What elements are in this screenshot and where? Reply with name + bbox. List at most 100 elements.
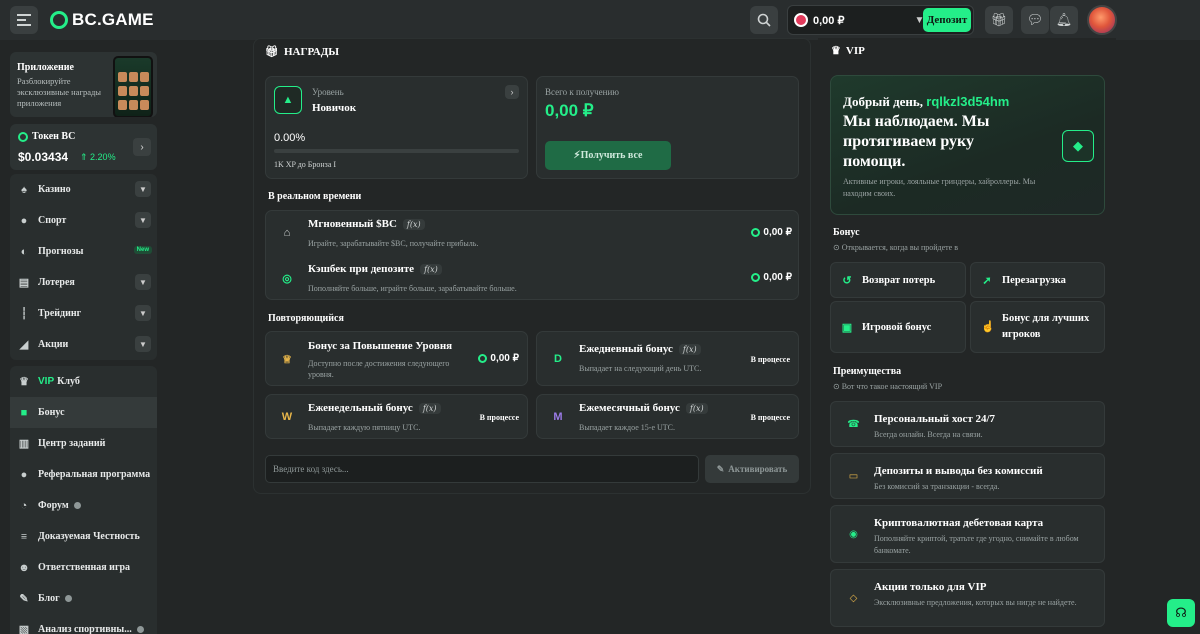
- sidebar-item-tasks[interactable]: ▥ Центр заданий: [10, 428, 157, 459]
- vip-description: Активные игроки, лояльные гриндеры, хайр…: [843, 177, 1036, 198]
- formula-badge[interactable]: f(x): [678, 344, 701, 355]
- nav-group-games: ♠ Казино ▼ ● Спорт ▼ ◐ Прогнозы New ▤ Лотерея ▼ …: [10, 174, 157, 360]
- recurring-card-level-up[interactable]: ♕ Бонус за Повышение Уровня Доступно пос…: [265, 331, 528, 386]
- sidebar-item-sport[interactable]: ● Спорт ▼: [10, 205, 157, 236]
- formula-badge[interactable]: f(x): [402, 219, 425, 230]
- chevron-down-icon[interactable]: ▼: [135, 336, 151, 352]
- realtime-row-instant-bc[interactable]: ⌂ Мгновенный $BC f(x) Играйте, зарабатыва…: [266, 211, 800, 255]
- total-label: Всего к получению: [545, 87, 620, 97]
- bc-coin-icon: [751, 228, 761, 237]
- promo-subtitle: Разблокируйте эксклюзивные награды прило…: [17, 76, 102, 108]
- sidebar-item-label: Доказуемая Честность: [38, 531, 140, 542]
- forecast-icon: ◐: [20, 245, 28, 258]
- chevron-right-icon[interactable]: ›: [133, 138, 151, 156]
- gift-icon: ▣: [841, 321, 853, 334]
- realtime-row-title: Кэшбек при депозите f(x): [308, 263, 442, 275]
- wallet-icon: ▭: [848, 471, 859, 482]
- chevron-down-icon[interactable]: ▼: [135, 274, 151, 290]
- formula-badge[interactable]: f(x): [418, 403, 441, 414]
- menu-toggle-button[interactable]: [10, 6, 38, 34]
- chevron-right-icon[interactable]: ›: [505, 85, 519, 99]
- chevron-down-icon[interactable]: ▼: [135, 305, 151, 321]
- sidebar-item-forecasts[interactable]: ◐ Прогнозы New: [10, 236, 157, 267]
- lightning-icon: ⚡︎: [573, 150, 581, 161]
- vip-greeting: Добрый день, rqlkzl3d54hm: [843, 94, 1009, 110]
- bc-token-card[interactable]: Токен BC $0.03434 ⇑ 2.20% ›: [10, 124, 157, 170]
- analysis-icon: ▧: [18, 624, 30, 634]
- sidebar-item-sports-analysis[interactable]: ▧ Анализ спортивны...: [10, 614, 157, 634]
- sidebar-item-lottery[interactable]: ▤ Лотерея ▼: [10, 267, 157, 298]
- sidebar-item-provably-fair[interactable]: ≡ Доказуемая Честность: [10, 521, 157, 552]
- recurring-card-monthly[interactable]: M Ежемесячный бонус f(x) Выпадает каждое …: [536, 394, 799, 439]
- avatar[interactable]: [1087, 5, 1117, 35]
- realtime-row-title: Мгновенный $BC f(x): [308, 218, 425, 230]
- recurring-amount: 0,00 ₽: [478, 353, 519, 364]
- support-chat-button[interactable]: ☊: [1167, 599, 1195, 627]
- vip-headline: Мы наблюдаем. Мы протягиваем руку помощи…: [843, 113, 990, 170]
- sidebar-item-forum[interactable]: ◔ Форум: [10, 490, 157, 521]
- gift-icon: 🎁︎: [990, 12, 1008, 27]
- bell-icon: 🔔︎: [1055, 12, 1073, 27]
- sidebar-item-trading[interactable]: ┆ Трейдинг ▼: [10, 298, 157, 329]
- sidebar-item-vip-club[interactable]: ♛ VIP Клуб: [10, 366, 157, 397]
- deposit-button[interactable]: Депозит: [923, 8, 971, 32]
- perks-title: Преимущества: [833, 366, 902, 377]
- sidebar-item-label: Реферальная программа: [38, 469, 151, 480]
- sidebar-item-promotions[interactable]: ◢ Акции ▼: [10, 329, 157, 360]
- chevron-down-icon[interactable]: ▼: [135, 181, 151, 197]
- tile-label: Возврат потерь: [862, 274, 936, 286]
- sidebar-item-label: Блог: [38, 593, 60, 604]
- status-text: В процессе: [750, 413, 790, 422]
- total-claim-card: Всего к получению 0,00 ₽ ⚡︎ Получить все: [536, 76, 799, 179]
- sidebar-item-referral[interactable]: ● Реферальная программа: [10, 459, 157, 490]
- formula-badge[interactable]: f(x): [685, 403, 708, 414]
- perk-no-fees: ▭ Депозиты и выводы без комиссий Без комис…: [830, 453, 1105, 499]
- formula-badge[interactable]: f(x): [420, 264, 442, 275]
- claim-all-button[interactable]: ⚡︎ Получить все: [545, 141, 671, 170]
- app-promo-banner[interactable]: Приложение Разблокируйте эксклюзивные на…: [10, 52, 157, 117]
- notifications-button[interactable]: 🔔︎: [1050, 6, 1078, 34]
- token-change-value: 2.20%: [90, 152, 116, 162]
- chevron-down-icon[interactable]: ▼: [135, 212, 151, 228]
- sidebar-item-blog[interactable]: ✎ Блог: [10, 583, 157, 614]
- vip-bonus-reload[interactable]: ➚ Перезагрузка: [970, 262, 1105, 298]
- row-title-text: Кэшбек при депозите: [308, 263, 415, 275]
- diamond-icon: ◆: [1062, 130, 1094, 162]
- vip-bonus-top-players[interactable]: ☝ Бонус для лучших игроков: [970, 301, 1105, 353]
- bc-token-icon: [18, 131, 28, 142]
- recurring-card-weekly[interactable]: W Еженедельный бонус f(x) Выпадает каждую…: [265, 394, 528, 439]
- activate-button[interactable]: ✎ Активировать: [705, 455, 799, 483]
- gift-button[interactable]: 🎁︎: [985, 6, 1013, 34]
- sidebar-item-label: Ответственная игра: [38, 562, 131, 573]
- sidebar-item-casino[interactable]: ♠ Казино ▼: [10, 174, 157, 205]
- recurring-title: Ежедневный бонус f(x): [579, 343, 701, 355]
- new-badge: New: [133, 246, 152, 254]
- bc-logo-icon: [50, 11, 68, 29]
- search-button[interactable]: [750, 6, 778, 34]
- username: rqlkzl3d54hm: [926, 94, 1010, 109]
- sidebar-item-bonus[interactable]: ■ Бонус: [10, 397, 157, 428]
- scale-icon: ≡: [20, 530, 28, 543]
- diamond-icon: ◇: [849, 593, 858, 604]
- chat-button[interactable]: 💬︎: [1021, 6, 1049, 34]
- vip-bonus-loss-return[interactable]: ↺ Возврат потерь: [830, 262, 966, 298]
- recurring-card-daily[interactable]: D Ежедневный бонус f(x) Выпадает на следу…: [536, 331, 799, 386]
- recurring-title-text: Ежедневный бонус: [579, 343, 673, 355]
- ruble-coin-icon: [794, 13, 808, 27]
- vip-bonus-game[interactable]: ▣ Игровой бонус: [830, 301, 966, 353]
- realtime-row-deposit-cashback[interactable]: ◎ Кэшбек при депозите f(x) Пополняйте бол…: [266, 256, 800, 300]
- sidebar-item-responsible-gaming[interactable]: ☻ Ответственная игра: [10, 552, 157, 583]
- perk-crypto-card: ◉ Криптовалютная дебетовая карта Пополняйт…: [830, 505, 1105, 563]
- realtime-card: ⌂ Мгновенный $BC f(x) Играйте, зарабатыва…: [265, 210, 799, 300]
- logo[interactable]: BC.GAME: [50, 10, 154, 30]
- promo-title: Приложение: [17, 62, 74, 73]
- external-link-icon: [73, 502, 81, 509]
- promo-code-input[interactable]: Введите код здесь...: [265, 455, 699, 483]
- rewards-title-text: НАГРАДЫ: [283, 45, 340, 58]
- xp-note: 1K XP до Бронза I: [274, 160, 337, 169]
- token-name: Токен BC: [18, 131, 75, 142]
- lock-icon: ⊙: [833, 243, 842, 252]
- wallet-selector[interactable]: 0,00 ₽ ▼ Депозит: [787, 5, 974, 35]
- greeting-text: Добрый день,: [843, 94, 924, 109]
- status-text: В процессе: [750, 355, 790, 364]
